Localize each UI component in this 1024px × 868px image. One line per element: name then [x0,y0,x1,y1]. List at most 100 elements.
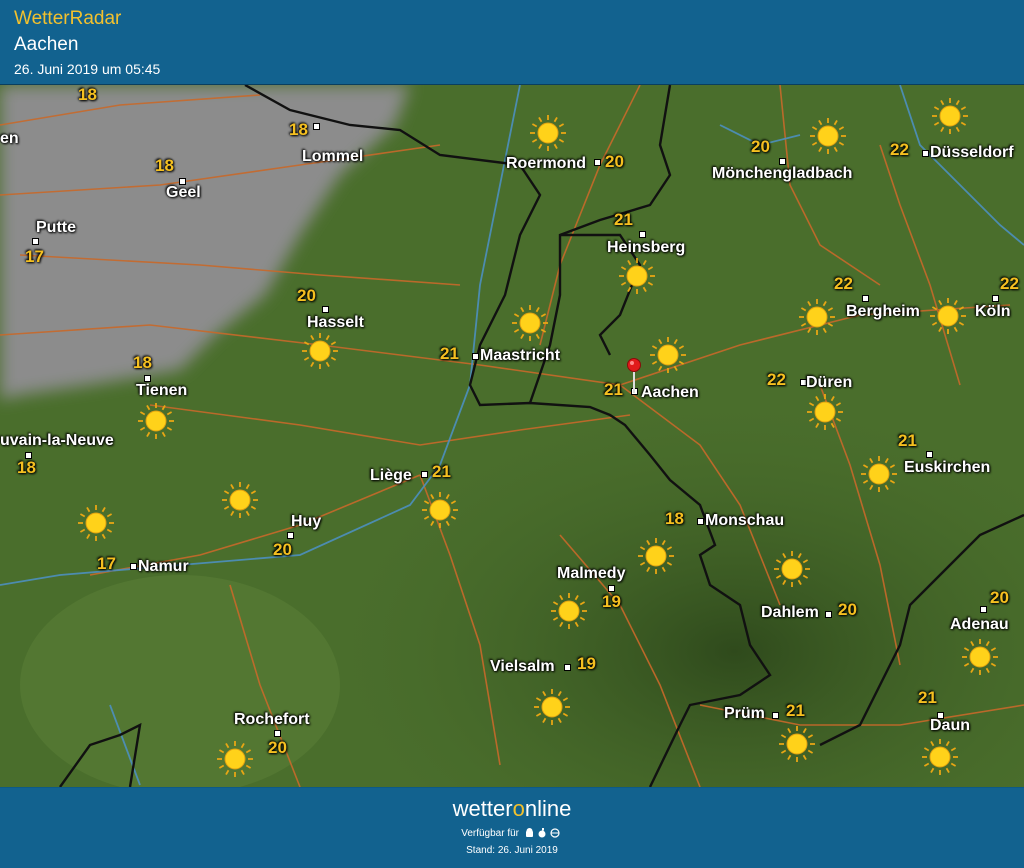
city-label-adenau[interactable]: Adenau [950,616,1009,634]
city-marker [980,606,987,613]
city-label-maastricht[interactable]: Maastricht [480,347,560,365]
temperature-label: 20 [751,137,770,156]
city-label-putte[interactable]: Putte [36,219,76,237]
city-label-duesseldorf[interactable]: Düsseldorf [930,144,1014,162]
web-icon[interactable] [550,828,560,838]
footer: wetteronline Verfügbar für Stand: 26. Ju… [0,788,1024,868]
city-marker [639,231,646,238]
temperature-label: 21 [786,701,805,720]
city-label-tienen[interactable]: Tienen [136,382,187,400]
city-label-malmedy[interactable]: Malmedy [557,565,625,583]
temperature-label: 19 [602,592,621,611]
brand-part: wetter [452,796,513,821]
sun-icon [799,299,835,335]
sun-icon [422,492,458,528]
city-label-louvain-la-neuve[interactable]: uvain-la-Neuve [0,432,114,450]
city-marker [779,158,786,165]
city-marker [421,471,428,478]
temperature-label: 20 [268,738,287,757]
brand-part: nline [524,796,572,821]
location-pin-icon[interactable] [624,357,644,395]
city-label-hasselt[interactable]: Hasselt [307,314,364,332]
city-marker [564,664,571,671]
header: WetterRadar Aachen 26. Juni 2019 um 05:4… [0,0,1024,85]
sun-icon [638,538,674,574]
sun-icon [619,258,655,294]
city-label-aachen[interactable]: Aachen [641,384,699,402]
temperature-label: 18 [133,353,152,372]
city-label-pruem[interactable]: Prüm [724,705,765,723]
availability-text: Verfügbar für [461,828,520,839]
city-marker [992,295,999,302]
city-label-bergheim[interactable]: Bergheim [846,303,920,321]
brand-logo[interactable]: wetteronline [0,796,1024,822]
city-label-huy[interactable]: Huy [291,513,321,531]
sun-icon [962,639,998,675]
temperature-label: 18 [155,156,174,175]
sun-icon [222,482,258,518]
temperature-label: 22 [890,140,909,159]
city-label-vielsalm[interactable]: Vielsalm [490,658,555,676]
brand-o: o [512,796,525,821]
city-marker [287,532,294,539]
city-marker [32,238,39,245]
temperature-label: 19 [577,654,596,673]
sun-icon [810,118,846,154]
temperature-label: 18 [17,458,36,477]
city-marker [608,585,615,592]
city-marker [313,123,320,130]
temperature-label: 20 [838,600,857,619]
city-label-moenchengladbach[interactable]: Mönchengladbach [712,165,852,183]
city-label-lommel[interactable]: Lommel [302,148,363,166]
city-label-namur[interactable]: Namur [138,558,189,576]
app-title: WetterRadar [14,8,122,29]
city-label-heinsberg[interactable]: Heinsberg [607,239,685,257]
temperature-label: 21 [898,431,917,450]
weather-map[interactable]: Lommel Geel Putte Hasselt Tienen uvain-l… [0,85,1024,787]
sun-icon [530,115,566,151]
apple-icon[interactable] [538,828,546,838]
city-marker [922,150,929,157]
sun-icon [807,394,843,430]
sun-icon [861,456,897,492]
sun-icon [650,337,686,373]
platform-icons[interactable] [525,828,563,838]
city-label-liege[interactable]: Liège [370,467,412,485]
city-label-daun[interactable]: Daun [930,717,970,735]
city-marker [472,353,479,360]
temperature-label: 21 [604,380,623,399]
temperature-label: 18 [289,120,308,139]
city-label-monschau[interactable]: Monschau [705,512,784,530]
temperature-label: 20 [297,286,316,305]
temperature-label: 22 [1000,274,1019,293]
android-icon[interactable] [525,828,533,838]
city-label-euskirchen[interactable]: Euskirchen [904,459,990,477]
temperature-label: 21 [918,688,937,707]
city-label-geel[interactable]: Geel [166,184,201,202]
temperature-label: 21 [614,210,633,229]
lowland-shading [20,575,340,787]
city-label-dueren[interactable]: Düren [806,374,852,392]
sun-icon [932,98,968,134]
city-marker [862,295,869,302]
city-marker [772,712,779,719]
temperature-label: 18 [78,85,97,104]
sun-icon [551,593,587,629]
app-frame: WetterRadar Aachen 26. Juni 2019 um 05:4… [0,0,1024,868]
city-label-dahlem[interactable]: Dahlem [761,604,819,622]
temperature-label: 20 [605,152,624,171]
city-marker [697,518,704,525]
city-label-koeln[interactable]: Köln [975,303,1011,321]
city-label-rochefort[interactable]: Rochefort [234,711,310,729]
sun-icon [138,403,174,439]
city-label-roermond[interactable]: Roermond [506,155,586,173]
temperature-label: 18 [665,509,684,528]
city-marker [130,563,137,570]
sun-icon [534,689,570,725]
city-label-cutoff[interactable]: en [0,130,19,148]
temperature-label: 22 [834,274,853,293]
forecast-datetime: 26. Juni 2019 um 05:45 [14,61,161,77]
sun-icon [302,333,338,369]
temperature-label: 21 [432,462,451,481]
sun-icon [922,739,958,775]
